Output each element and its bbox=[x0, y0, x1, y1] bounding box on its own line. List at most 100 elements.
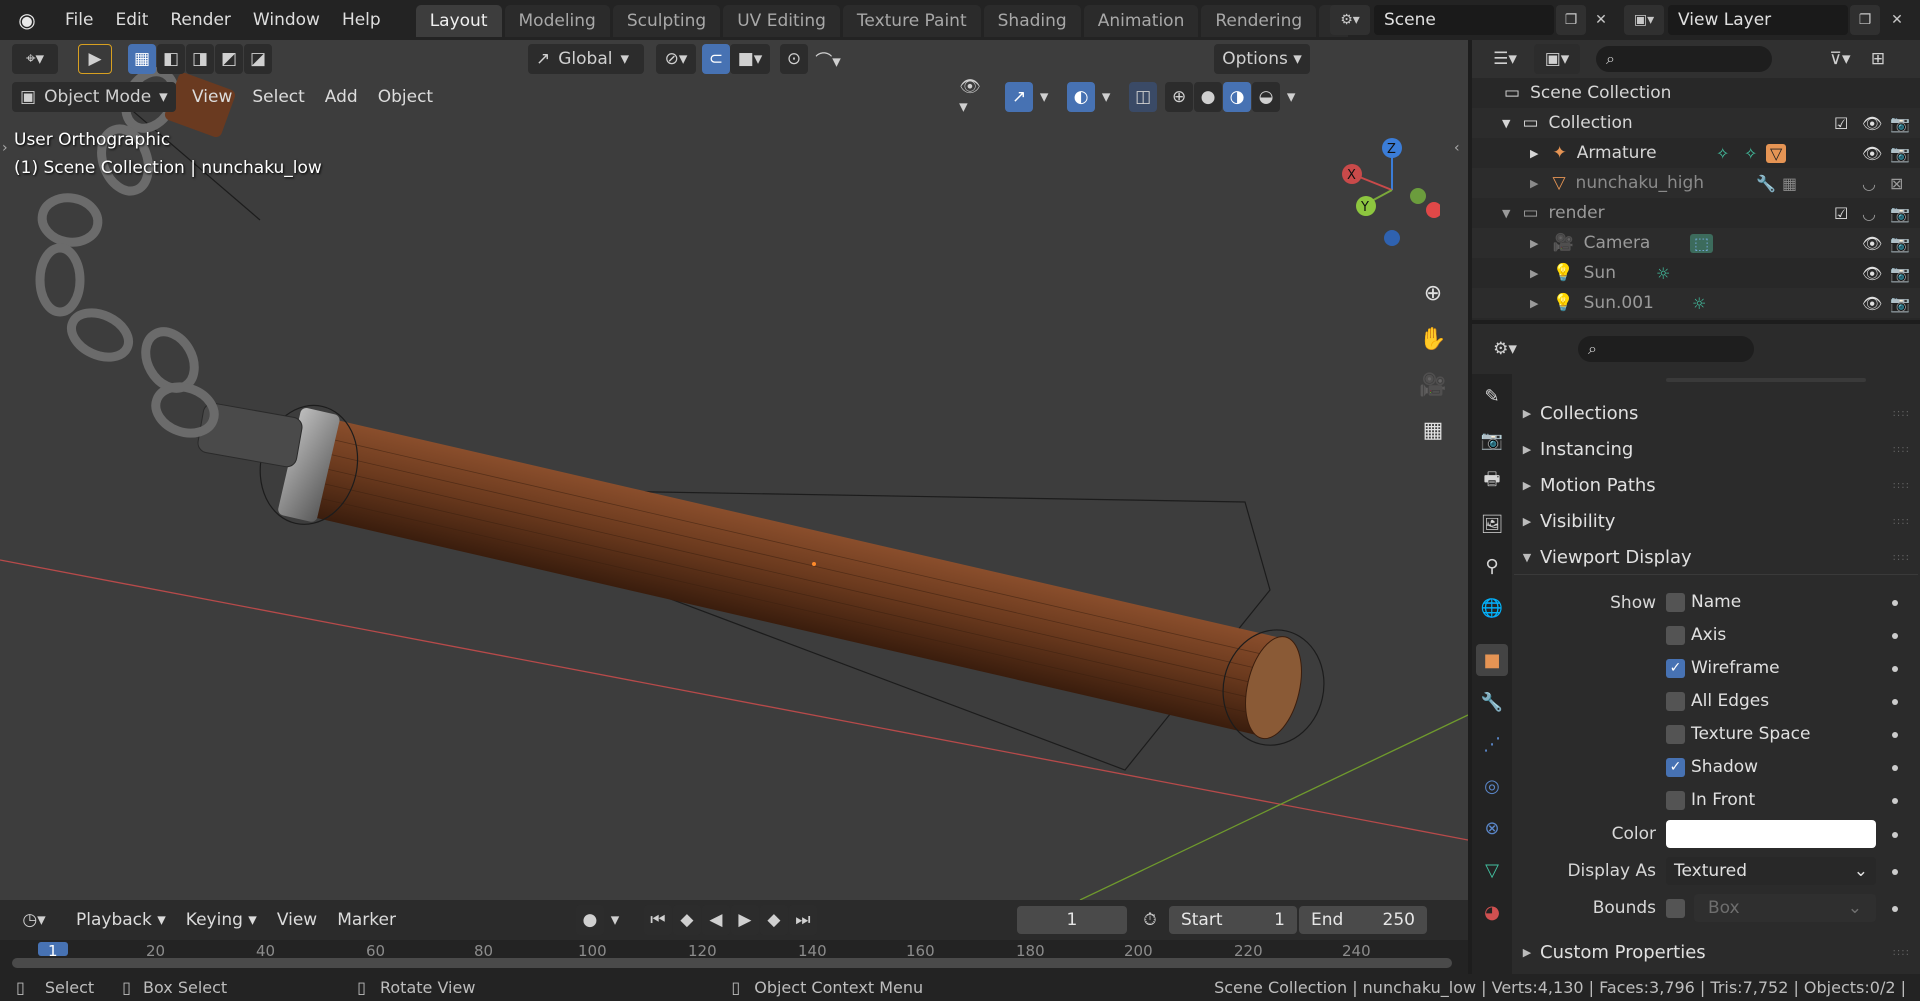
constraints-tab-icon[interactable]: ⊗ bbox=[1476, 812, 1508, 844]
eye-closed-icon[interactable]: ◡ bbox=[1862, 174, 1876, 193]
menu-keying[interactable]: Keying ▾ bbox=[176, 905, 267, 935]
menu-add[interactable]: Add bbox=[315, 82, 368, 112]
menu-view[interactable]: View bbox=[182, 82, 242, 112]
bounds-type-dropdown[interactable]: Box ⌄ bbox=[1694, 894, 1876, 922]
record-dropdown-icon[interactable]: ▾ bbox=[604, 905, 626, 935]
properties-search-input[interactable]: ⌕ bbox=[1578, 336, 1754, 362]
keyframe-dot[interactable] bbox=[1892, 869, 1898, 875]
data-tab-icon[interactable]: ▽ bbox=[1476, 854, 1508, 886]
output-tab-icon[interactable]: 🖶 bbox=[1476, 466, 1508, 498]
shading-solid-icon[interactable]: ● bbox=[1194, 82, 1223, 112]
timeline-ruler[interactable]: 1 20 40 60 80 100 120 140 160 180 200 22… bbox=[0, 940, 1468, 974]
sidebar-toggle-icon[interactable]: ‹ bbox=[1454, 140, 1460, 156]
select-intersect-mode-icon[interactable]: ◪ bbox=[244, 44, 272, 74]
drag-handle-icon[interactable]: :::: bbox=[1893, 947, 1910, 958]
outliner-row-sun[interactable]: ▶ 💡 Sun ☼ 👁 📷 bbox=[1472, 258, 1920, 288]
bounds-checkbox[interactable] bbox=[1666, 894, 1691, 922]
drag-handle-icon[interactable]: :::: bbox=[1893, 516, 1910, 527]
keyframe-dot[interactable] bbox=[1892, 798, 1898, 804]
show-all-edges-checkbox[interactable]: All Edges bbox=[1666, 687, 1769, 715]
select-subtract-mode-icon[interactable]: ◨ bbox=[186, 44, 214, 74]
material-tab-icon[interactable]: ◕ bbox=[1476, 896, 1508, 928]
eye-icon[interactable]: 👁 bbox=[1862, 234, 1882, 253]
orthographic-grid-icon[interactable]: ▦ bbox=[1413, 410, 1453, 450]
next-keyframe-icon[interactable]: ◆ bbox=[759, 905, 788, 935]
expand-arrow-icon[interactable]: ▶ bbox=[1530, 147, 1538, 160]
tab-layout[interactable]: Layout bbox=[415, 5, 502, 37]
end-frame-field[interactable]: End 250 bbox=[1298, 906, 1427, 934]
tab-texture-paint[interactable]: Texture Paint bbox=[842, 5, 981, 37]
drag-handle-icon[interactable]: :::: bbox=[1893, 444, 1910, 455]
modifier-tab-icon[interactable]: 🔧 bbox=[1476, 686, 1508, 718]
display-mode-icon[interactable]: ▣▾ bbox=[1534, 44, 1580, 74]
shading-dropdown-icon[interactable]: ▾ bbox=[1280, 82, 1302, 112]
tab-sculpting[interactable]: Sculpting bbox=[612, 5, 721, 37]
tab-shading[interactable]: Shading bbox=[983, 5, 1081, 37]
exclude-checkbox[interactable]: ☑ bbox=[1834, 204, 1848, 223]
tab-rendering[interactable]: Rendering bbox=[1201, 5, 1317, 37]
keyframe-dot[interactable] bbox=[1892, 699, 1898, 705]
render-camera-icon[interactable]: 📷 bbox=[1890, 264, 1910, 283]
remove-scene-icon[interactable]: ✕ bbox=[1586, 5, 1616, 35]
eye-closed-icon[interactable]: ◡ bbox=[1862, 204, 1876, 223]
keyframe-dot[interactable] bbox=[1892, 633, 1898, 639]
outliner-search-input[interactable]: ⌕ bbox=[1596, 46, 1772, 72]
panel-viewport-display[interactable]: ▼ Viewport Display :::: bbox=[1514, 540, 1918, 574]
select-invert-mode-icon[interactable]: ◩ bbox=[215, 44, 243, 74]
properties-scrollbar[interactable] bbox=[1666, 378, 1866, 382]
timeline-editor-type-icon[interactable]: ◷▾ bbox=[12, 905, 56, 935]
render-disabled-icon[interactable]: ⊠ bbox=[1890, 174, 1903, 193]
eye-icon[interactable]: 👁 bbox=[1862, 294, 1882, 313]
current-frame-field[interactable]: 1 bbox=[1016, 906, 1127, 934]
menu-playback[interactable]: Playback ▾ bbox=[66, 905, 176, 935]
display-as-dropdown[interactable]: Textured ⌄ bbox=[1666, 857, 1876, 885]
panel-motion-paths[interactable]: ▶ Motion Paths :::: bbox=[1514, 468, 1918, 502]
expand-arrow-icon[interactable]: ▶ bbox=[1530, 237, 1538, 250]
render-camera-icon[interactable]: 📷 bbox=[1890, 204, 1910, 223]
overlays-dropdown-icon[interactable]: ▾ bbox=[1095, 82, 1117, 112]
new-scene-icon[interactable]: ❐ bbox=[1556, 5, 1586, 35]
remove-view-layer-icon[interactable]: ✕ bbox=[1882, 5, 1912, 35]
menu-edit[interactable]: Edit bbox=[104, 0, 159, 40]
drag-handle-icon[interactable]: :::: bbox=[1893, 552, 1910, 563]
exclude-checkbox[interactable]: ☑ bbox=[1834, 114, 1848, 133]
properties-editor-type-icon[interactable]: ⚙▾ bbox=[1482, 334, 1528, 364]
expand-arrow-icon[interactable]: ▼ bbox=[1502, 117, 1510, 130]
falloff-icon[interactable]: ⌒▾ bbox=[808, 44, 848, 74]
select-extend-mode-icon[interactable]: ◧ bbox=[157, 44, 185, 74]
panel-collections[interactable]: ▶ Collections :::: bbox=[1514, 396, 1918, 430]
play-reverse-icon[interactable]: ◀ bbox=[701, 905, 730, 935]
new-collection-icon[interactable]: ⊞ bbox=[1864, 44, 1892, 74]
outliner-row-scene-collection[interactable]: ▭ Scene Collection bbox=[1472, 78, 1920, 108]
render-camera-icon[interactable]: 📷 bbox=[1890, 294, 1910, 313]
play-icon[interactable]: ▶ bbox=[730, 905, 759, 935]
show-in-front-checkbox[interactable]: In Front bbox=[1666, 786, 1755, 814]
blender-logo-icon[interactable]: ◉ bbox=[0, 0, 54, 40]
outliner-row-nunchaku-high[interactable]: ▶ ▽ nunchaku_high 🔧 ▦ ◡ ⊠ bbox=[1472, 168, 1920, 198]
keyframe-dot[interactable] bbox=[1892, 732, 1898, 738]
render-tab-icon[interactable]: 📷 bbox=[1476, 424, 1508, 456]
overlays-toggle-icon[interactable]: ◐ bbox=[1067, 82, 1096, 112]
keyframe-dot[interactable] bbox=[1892, 666, 1898, 672]
panel-instancing[interactable]: ▶ Instancing :::: bbox=[1514, 432, 1918, 466]
eye-icon[interactable]: 👁 bbox=[1862, 264, 1882, 283]
timeline-scrollbar[interactable] bbox=[12, 958, 1452, 968]
gizmo-dropdown-icon[interactable]: ▾ bbox=[1033, 82, 1055, 112]
prev-keyframe-icon[interactable]: ◆ bbox=[672, 905, 701, 935]
stopwatch-icon[interactable]: ⏱ bbox=[1135, 905, 1165, 935]
keyframe-dot[interactable] bbox=[1892, 765, 1898, 771]
keyframe-dot[interactable] bbox=[1892, 832, 1898, 838]
keyframe-dot[interactable] bbox=[1892, 906, 1898, 912]
snap-target-icon[interactable]: ■▾ bbox=[730, 44, 770, 74]
menu-render[interactable]: Render bbox=[159, 0, 242, 40]
jump-end-icon[interactable]: ⏭ bbox=[788, 905, 817, 935]
select-box-mode-icon[interactable]: ▦ bbox=[128, 44, 156, 74]
drag-handle-icon[interactable]: :::: bbox=[1893, 408, 1910, 419]
tab-animation[interactable]: Animation bbox=[1083, 5, 1199, 37]
expand-arrow-icon[interactable]: ▶ bbox=[1530, 297, 1538, 310]
render-camera-icon[interactable]: 📷 bbox=[1890, 114, 1910, 133]
zoom-icon[interactable]: ⊕ bbox=[1413, 273, 1453, 313]
eye-icon[interactable]: 👁 bbox=[1862, 144, 1882, 163]
pivot-point-icon[interactable]: ⊘▾ bbox=[656, 44, 696, 74]
outliner-row-armature[interactable]: ▶ ✦ Armature ✧ ✧ ▽ 👁 📷 bbox=[1472, 138, 1920, 168]
